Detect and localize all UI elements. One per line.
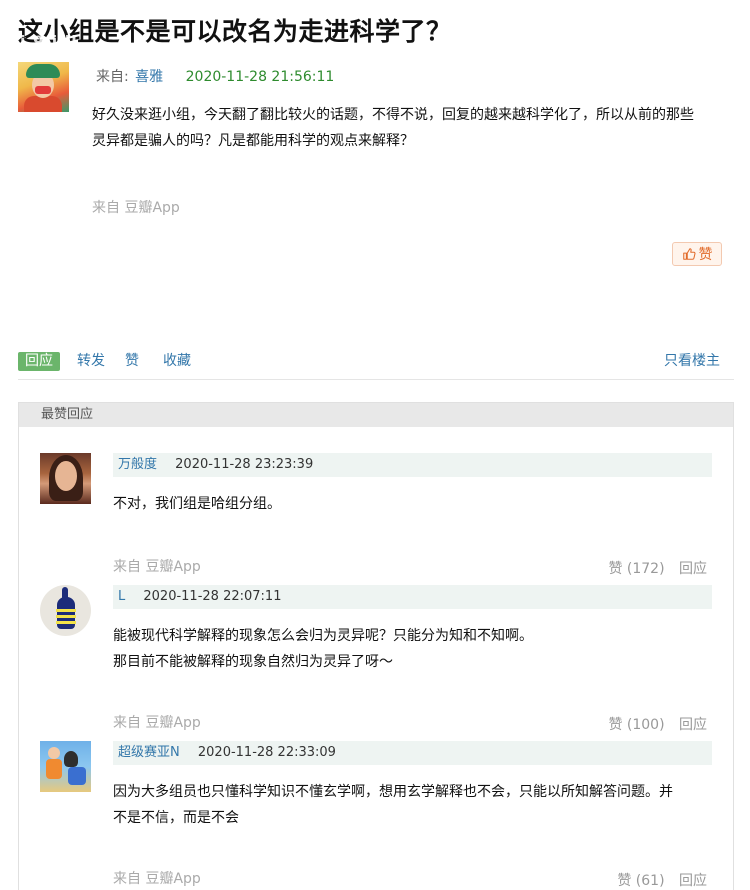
reply-votes: 赞 (172) 回应	[608, 558, 707, 578]
avatar[interactable]	[40, 453, 91, 504]
reply-source: 来自 豆瓣App	[113, 871, 201, 887]
reply-votes: 赞 (61) 回应	[617, 870, 707, 890]
reply-like-count[interactable]: 赞 (172)	[608, 561, 664, 577]
op-avatar[interactable]	[18, 62, 69, 112]
best-replies-heading: 最赞回应	[19, 403, 733, 427]
reply-votes: 赞 (100) 回应	[608, 714, 707, 734]
op-content-line: 灵异都是骗人的吗？凡是都能用科学的观点来解释？	[92, 133, 414, 149]
reply-like-count[interactable]: 赞 (61)	[617, 873, 664, 889]
reply-author-link[interactable]: L	[118, 589, 125, 604]
avatar[interactable]	[40, 585, 91, 636]
title-watermark: i 9 ijil	[20, 32, 78, 51]
op-meta: 来自: 喜雅 2020-11-28 21:56:11	[96, 66, 334, 86]
reply-time: 2020-11-28 22:33:09	[197, 745, 336, 760]
op-time: 2020-11-28 21:56:11	[185, 69, 335, 85]
repost-button[interactable]: 转发	[77, 352, 105, 371]
reply-text-line: 那目前不能被解释的现象自然归为灵异了呀～	[113, 654, 393, 670]
reply-reply-link[interactable]: 回应	[679, 873, 707, 889]
only-op-link[interactable]: 只看楼主	[664, 352, 720, 371]
reply-meta: L 2020-11-28 22:07:11	[113, 585, 712, 609]
best-replies-section: 最赞回应 万般度 2020-11-28 23:23:39 不对，我们组是哈组分组…	[18, 402, 734, 890]
like-button[interactable]: 赞	[672, 242, 722, 266]
reply-text: 不对，我们组是哈组分组。	[113, 491, 713, 517]
reply-reply-link[interactable]: 回应	[679, 717, 707, 733]
reply-meta: 万般度 2020-11-28 23:23:39	[113, 453, 712, 477]
reply-text-line: 不是不信，而是不会	[113, 810, 239, 826]
topic-actions-bar: 回应 转发 赞 收藏 只看楼主	[18, 350, 734, 380]
op-source: 来自 豆瓣App	[92, 200, 180, 216]
avatar[interactable]	[40, 741, 91, 792]
reply-text: 因为大多组员也只懂科学知识不懂玄学啊，想用玄学解释也不会，只能以所知解答问题。并…	[113, 779, 713, 831]
reply-time: 2020-11-28 23:23:39	[175, 457, 314, 472]
reply-text-line: 能被现代科学解释的现象怎么会归为灵异呢？只能分为知和不知啊。	[113, 628, 533, 644]
reply-author-link[interactable]: 万般度	[118, 457, 157, 472]
op-content: 好久没来逛小组，今天翻了翻比较火的话题，不得不说，回复的越来越科学化了，所以从前…	[92, 102, 738, 154]
thumbs-up-icon	[682, 248, 696, 260]
like-label: 赞	[698, 247, 713, 263]
reply-text-line: 不对，我们组是哈组分组。	[113, 496, 281, 512]
reply-meta: 超级赛亚N 2020-11-28 22:33:09	[113, 741, 712, 765]
reply-text-line: 因为大多组员也只懂科学知识不懂玄学啊，想用玄学解释也不会，只能以所知解答问题。并	[113, 784, 673, 800]
reply-button[interactable]: 回应	[18, 352, 60, 371]
reply-source: 来自 豆瓣App	[113, 715, 201, 731]
reply-text: 能被现代科学解释的现象怎么会归为灵异呢？只能分为知和不知啊。 那目前不能被解释的…	[113, 623, 713, 675]
reply-author-link[interactable]: 超级赛亚N	[118, 745, 180, 760]
reply-reply-link[interactable]: 回应	[679, 561, 707, 577]
reply-source: 来自 豆瓣App	[113, 559, 201, 575]
reply-like-count[interactable]: 赞 (100)	[608, 717, 664, 733]
from-label: 来自:	[96, 69, 129, 85]
topic-title: 这小组是不是可以改名为走进科学了？	[18, 17, 452, 46]
like-action-button[interactable]: 赞	[125, 352, 139, 371]
reply-time: 2020-11-28 22:07:11	[143, 589, 282, 604]
op-content-line: 好久没来逛小组，今天翻了翻比较火的话题，不得不说，回复的越来越科学化了，所以从前…	[92, 107, 694, 123]
op-author-link[interactable]: 喜雅	[135, 69, 163, 85]
collect-button[interactable]: 收藏	[163, 352, 191, 371]
